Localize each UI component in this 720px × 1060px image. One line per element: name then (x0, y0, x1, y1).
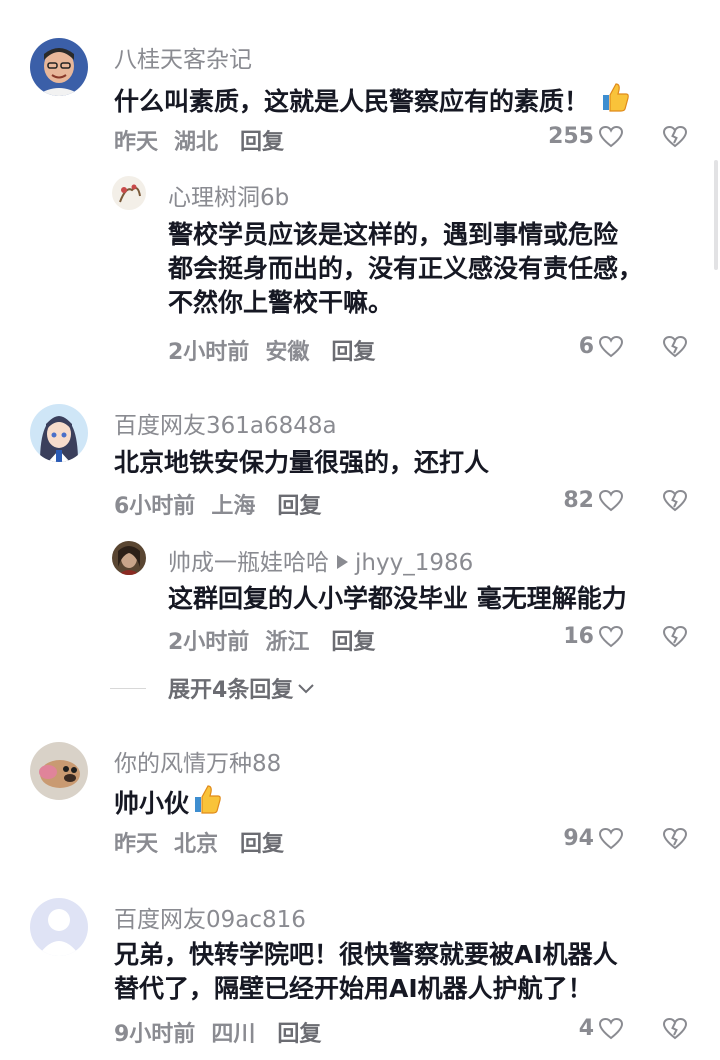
timestamp: 2小时前 (168, 340, 250, 365)
reply-username[interactable]: 心理树洞6b (168, 178, 289, 212)
broken-heart-icon[interactable] (662, 334, 688, 360)
avatar[interactable] (30, 38, 88, 96)
avatar[interactable] (30, 742, 88, 800)
like-count: 94 (563, 826, 594, 851)
location: 北京 (174, 832, 219, 857)
location: 安徽 (265, 340, 310, 365)
reply-avatar[interactable] (112, 176, 146, 210)
comment-text: 帅小伙 (114, 782, 223, 821)
expand-label: 展开4条回复 (168, 678, 294, 703)
like-count: 6 (578, 334, 594, 359)
like-button[interactable]: 82 (563, 488, 624, 513)
chevron-down-icon (298, 684, 315, 694)
like-count: 4 (578, 1016, 594, 1041)
comment-meta: 9小时前 四川 回复 (114, 1016, 337, 1048)
timestamp: 9小时前 (114, 1022, 196, 1047)
comment-meta: 昨天 北京 回复 (114, 826, 300, 858)
comment-text: 北京地铁安保力量很强的，还打人 (114, 448, 490, 477)
location: 浙江 (265, 630, 310, 655)
heart-outline-icon (598, 125, 624, 147)
location: 湖北 (174, 130, 219, 155)
timestamp: 昨天 (114, 130, 159, 155)
reply-button[interactable]: 回复 (277, 1022, 321, 1047)
reply-button[interactable]: 回复 (331, 340, 375, 365)
timestamp: 昨天 (114, 832, 159, 857)
reply-button[interactable]: 回复 (331, 630, 375, 655)
like-button[interactable]: 16 (563, 624, 624, 649)
like-button[interactable]: 6 (579, 334, 624, 359)
username[interactable]: 百度网友361a6848a (114, 406, 337, 440)
expand-replies-button[interactable]: 展开4条回复 (110, 672, 315, 704)
thumbs-up-icon (195, 785, 221, 814)
like-button[interactable]: 4 (579, 1016, 624, 1041)
reply-text: 警校学员应该是这样的，遇到事情或危险 都会挺身而出的，没有正义感没有责任感， 不… (168, 220, 644, 317)
reply-target[interactable]: jhyy_1986 (355, 550, 473, 576)
reply-meta: 2小时前 安徽 回复 (168, 334, 391, 366)
reply-meta: 2小时前 浙江 回复 (168, 624, 391, 656)
broken-heart-icon[interactable] (662, 124, 688, 150)
username[interactable]: 你的风情万种88 (114, 744, 281, 778)
like-count: 16 (563, 624, 594, 649)
comment-text: 什么叫素质，这就是人民警察应有的素质！ (114, 80, 631, 119)
heart-outline-icon (598, 1017, 624, 1039)
like-button[interactable]: 255 (548, 124, 624, 149)
reply-button[interactable]: 回复 (240, 130, 284, 155)
like-count: 82 (563, 488, 594, 513)
username[interactable]: 百度网友09ac816 (114, 900, 306, 934)
heart-outline-icon (598, 625, 624, 647)
divider (110, 687, 146, 689)
location: 上海 (211, 494, 256, 519)
heart-outline-icon (598, 489, 624, 511)
comment-text: 兄弟，快转学院吧！很快警察就要被AI机器人 替代了，隔壁已经开始用AI机器人护航… (114, 940, 618, 1003)
scrollbar[interactable] (714, 160, 718, 270)
broken-heart-icon[interactable] (662, 488, 688, 514)
avatar[interactable] (30, 898, 88, 956)
reply-text: 这群回复的人小学都没毕业 毫无理解能力 (168, 584, 627, 613)
like-count: 255 (548, 124, 594, 149)
avatar[interactable] (30, 404, 88, 462)
timestamp: 6小时前 (114, 494, 196, 519)
heart-outline-icon (598, 335, 624, 357)
reply-avatar[interactable] (112, 541, 146, 575)
username[interactable]: 八桂天客杂记 (114, 40, 252, 74)
reply-author[interactable]: 帅成一瓶娃哈哈 (168, 550, 329, 576)
reply-button[interactable]: 回复 (277, 494, 321, 519)
reply-button[interactable]: 回复 (240, 832, 284, 857)
broken-heart-icon[interactable] (662, 624, 688, 650)
broken-heart-icon[interactable] (662, 826, 688, 852)
location: 四川 (211, 1022, 256, 1047)
like-button[interactable]: 94 (563, 826, 624, 851)
reply-arrow-icon (337, 555, 348, 569)
comment-meta: 6小时前 上海 回复 (114, 488, 337, 520)
broken-heart-icon[interactable] (662, 1016, 688, 1042)
thumbs-up-icon (603, 83, 629, 112)
timestamp: 2小时前 (168, 630, 250, 655)
comment-meta: 昨天 湖北 回复 (114, 124, 300, 156)
heart-outline-icon (598, 827, 624, 849)
reply-username: 帅成一瓶娃哈哈 jhyy_1986 (168, 543, 473, 577)
